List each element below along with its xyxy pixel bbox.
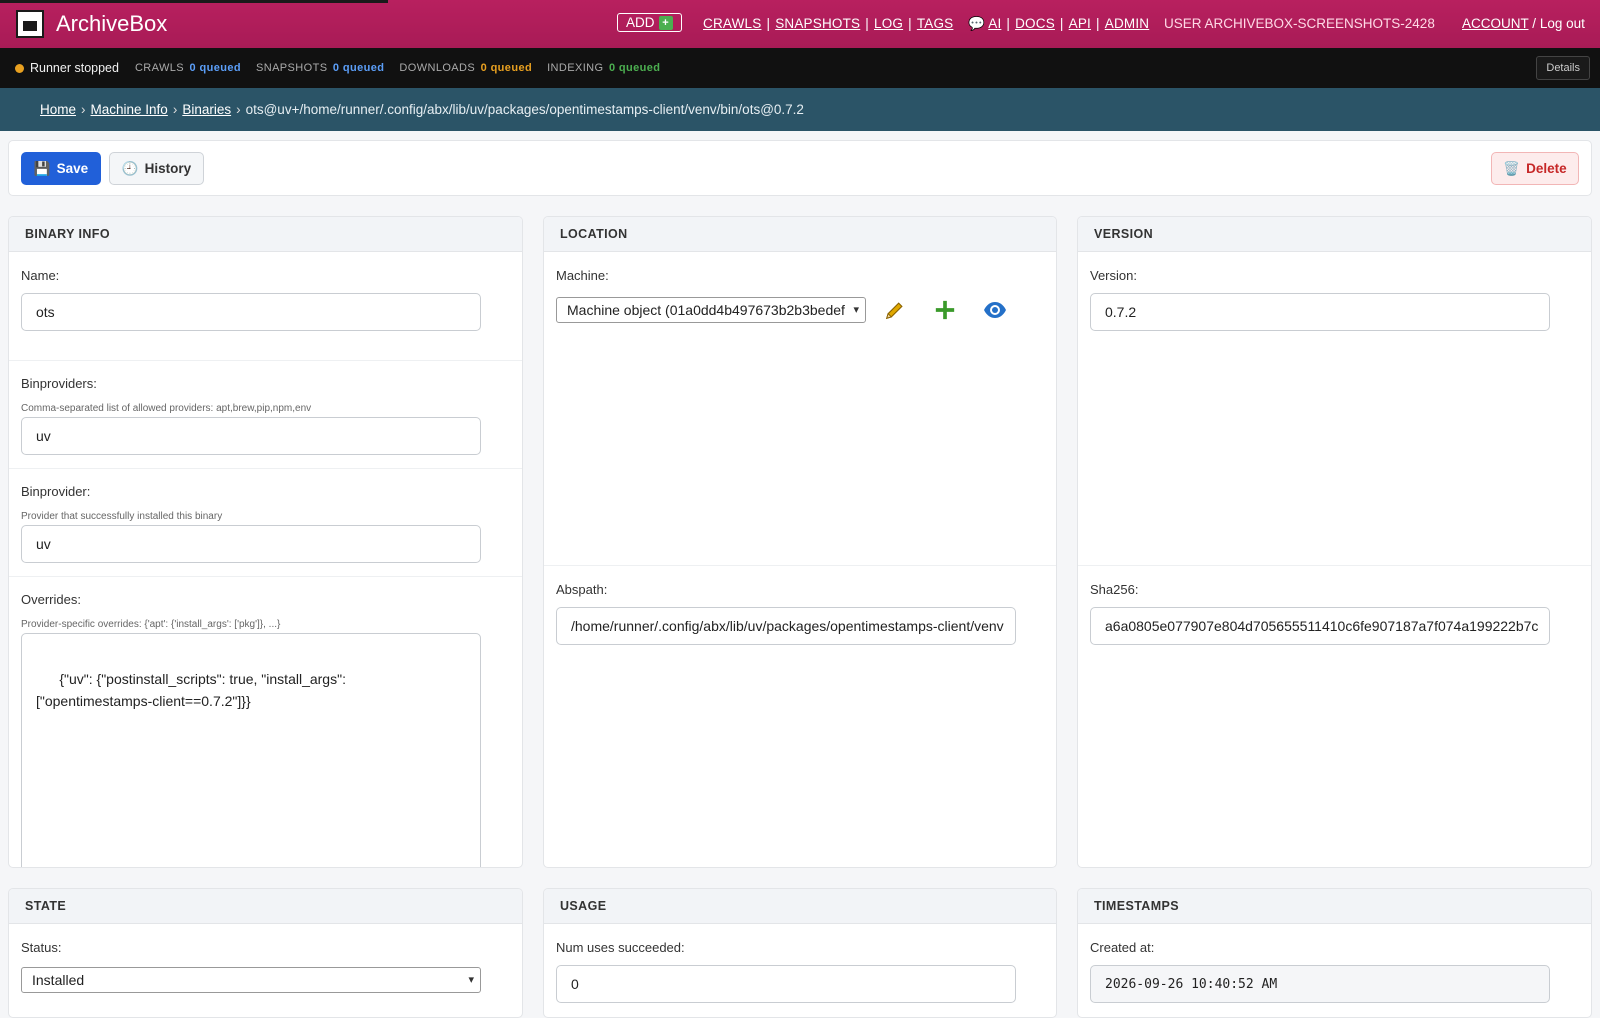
save-button[interactable]: 💾 Save — [21, 152, 101, 185]
runner-status-dot — [15, 63, 24, 73]
chat-icon: 💬 — [968, 16, 986, 31]
stat-indexing: INDEXING 0 queued — [547, 62, 661, 74]
nav-snapshots[interactable]: SNAPSHOTS — [775, 16, 860, 31]
breadcrumb: Home › Machine Info › Binaries › ots@uv+/ho… — [0, 88, 1600, 131]
plus-icon — [935, 300, 955, 320]
nav-docs[interactable]: DOCS — [1015, 16, 1055, 31]
stat-snapshots: SNAPSHOTS 0 queued — [255, 62, 385, 74]
stat-crawls: CRAWLS 0 queued — [134, 62, 241, 74]
plus-icon: + — [658, 15, 673, 30]
created-at-field: Created at: 2026-09-26 10:40:52 AM — [1078, 924, 1591, 1017]
chevron-down-icon: ▾ — [851, 303, 859, 316]
add-machine-button[interactable] — [932, 297, 958, 323]
status-select[interactable]: Installed ▾ — [21, 967, 481, 993]
overrides-textarea[interactable]: {"uv": {"postinstall_scripts": true, "in… — [21, 633, 481, 867]
history-button[interactable]: 🕘 History — [109, 152, 204, 185]
panel-title: LOCATION — [544, 217, 1056, 252]
panel-title: STATE — [9, 889, 522, 924]
add-button[interactable]: ADD + — [617, 13, 682, 32]
panel-title: TIMESTAMPS — [1078, 889, 1591, 924]
top-header: ArchiveBox ADD + CRAWLS | SNAPSHOTS | LOG | TA… — [0, 0, 1600, 48]
view-machine-button[interactable] — [982, 297, 1008, 323]
status-field: Status: Installed ▾ — [9, 924, 522, 1017]
overrides-field: Overrides: Provider-specific overrides: … — [9, 577, 522, 867]
chevron-down-icon: ▾ — [468, 974, 474, 986]
machine-field: Machine: Machine object (01a0dd4b497673b… — [544, 252, 1056, 566]
num-uses-succeeded-input[interactable]: 0 — [556, 965, 1016, 1003]
version-field: Version: 0.7.2 — [1078, 252, 1591, 566]
panel-title: USAGE — [544, 889, 1056, 924]
version-panel: VERSION Version: 0.7.2 Sha256: a6a0805e0… — [1077, 216, 1592, 868]
app-title: ArchiveBox — [56, 11, 168, 36]
main-nav: CRAWLS | SNAPSHOTS | LOG | TAGS — [703, 16, 954, 31]
status-bar: Runner stopped CRAWLS 0 queued SNAPSHOTS… — [0, 48, 1600, 88]
floppy-disk-icon: 💾 — [33, 160, 51, 176]
delete-button[interactable]: 🗑️ Delete — [1491, 152, 1579, 185]
archivebox-logo-icon — [16, 10, 44, 38]
details-button[interactable]: Details — [1536, 56, 1590, 80]
nav-tags[interactable]: TAGS — [917, 16, 954, 31]
nav-admin[interactable]: ADMIN — [1105, 16, 1150, 31]
account-link[interactable]: ACCOUNT — [1462, 16, 1529, 31]
account-links: ACCOUNT / Log out — [1462, 16, 1585, 31]
abspath-field: Abspath: /home/runner/.config/abx/lib/uv… — [544, 566, 1056, 867]
binproviders-field: Binproviders: Comma-separated list of al… — [9, 361, 522, 469]
action-toolbar: 💾 Save 🕘 History 🗑️ Delete — [8, 140, 1592, 196]
usage-panel: USAGE Num uses succeeded: 0 — [543, 888, 1057, 1018]
clock-icon: 🕘 — [121, 160, 139, 176]
abspath-input[interactable]: /home/runner/.config/abx/lib/uv/packages… — [556, 607, 1016, 645]
panel-title: BINARY INFO — [9, 217, 522, 252]
binprovider-input[interactable]: uv — [21, 525, 481, 563]
breadcrumb-binaries[interactable]: Binaries — [182, 102, 231, 117]
binary-info-panel: BINARY INFO Name: ots Binproviders: Comm… — [8, 216, 523, 868]
nav-api[interactable]: API — [1069, 16, 1091, 31]
timestamps-panel: TIMESTAMPS Created at: 2026-09-26 10:40:… — [1077, 888, 1592, 1018]
sha256-input[interactable]: a6a0805e077907e804d705655511410c6fe90718… — [1090, 607, 1550, 645]
nav-log[interactable]: LOG — [874, 16, 903, 31]
runner-status: Runner stopped — [30, 61, 119, 75]
sha256-field: Sha256: a6a0805e077907e804d705655511410c… — [1078, 566, 1591, 867]
name-field: Name: ots — [9, 252, 522, 361]
breadcrumb-current: ots@uv+/home/runner/.config/abx/lib/uv/p… — [245, 102, 804, 117]
logout-link[interactable]: Log out — [1540, 16, 1585, 31]
breadcrumb-home[interactable]: Home — [40, 102, 76, 117]
secondary-nav: 💬 AI | DOCS | API | ADMIN — [968, 16, 1150, 31]
loading-bar — [0, 0, 388, 3]
stat-downloads: DOWNLOADS 0 queued — [399, 62, 533, 74]
nav-crawls[interactable]: CRAWLS — [703, 16, 761, 31]
eye-icon — [984, 302, 1006, 318]
user-label: USER ARCHIVEBOX-SCREENSHOTS-2428 — [1164, 16, 1435, 31]
pencil-icon — [885, 302, 903, 320]
created-at-value: 2026-09-26 10:40:52 AM — [1090, 965, 1550, 1003]
app-logo[interactable]: ArchiveBox — [16, 10, 167, 38]
trash-icon: 🗑️ — [1503, 160, 1521, 176]
edit-machine-button[interactable] — [882, 297, 908, 323]
state-panel: STATE Status: Installed ▾ — [8, 888, 523, 1018]
panel-title: VERSION — [1078, 217, 1591, 252]
breadcrumb-machine-info[interactable]: Machine Info — [91, 102, 168, 117]
version-input[interactable]: 0.7.2 — [1090, 293, 1550, 331]
name-input[interactable]: ots — [21, 293, 481, 331]
machine-select[interactable]: Machine object (01a0dd4b497673b2b3bedef … — [556, 297, 866, 323]
binproviders-input[interactable]: uv — [21, 417, 481, 455]
binprovider-field: Binprovider: Provider that successfully … — [9, 469, 522, 577]
location-panel: LOCATION Machine: Machine object (01a0dd… — [543, 216, 1057, 868]
num-uses-succeeded-field: Num uses succeeded: 0 — [544, 924, 1056, 1017]
nav-ai[interactable]: AI — [988, 16, 1001, 31]
